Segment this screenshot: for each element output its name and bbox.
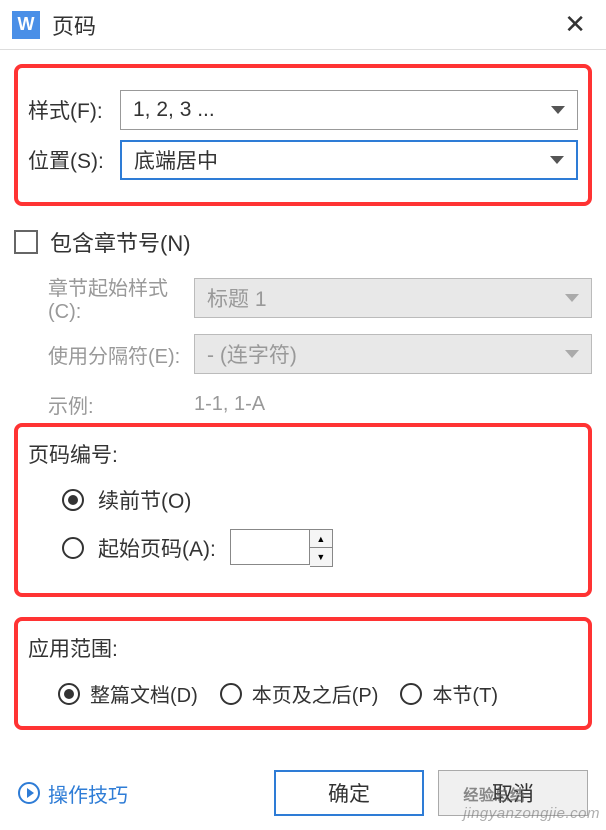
scope-from-here-label: 本页及之后(P) — [252, 679, 379, 708]
position-select[interactable]: 底端居中 — [120, 140, 578, 180]
apply-scope-section: 应用范围: 整篇文档(D) 本页及之后(P) 本节(T) — [14, 617, 592, 730]
separator-select: - (连字符) — [194, 334, 592, 374]
titlebar: W 页码 ✕ — [0, 0, 606, 50]
chapter-start-style-value: 标题 1 — [207, 283, 267, 313]
include-chapter-label: 包含章节号(N) — [50, 226, 191, 258]
start-at-label: 起始页码(A): — [98, 533, 216, 563]
chevron-down-icon — [551, 106, 565, 114]
format-label: 样式(F): — [28, 95, 120, 125]
continue-previous-radio[interactable] — [62, 489, 84, 511]
example-label: 示例: — [14, 390, 194, 419]
app-icon: W — [12, 11, 40, 39]
numbering-title: 页码编号: — [28, 439, 578, 469]
format-select[interactable]: 1, 2, 3 ... — [120, 90, 578, 130]
dialog-title: 页码 — [52, 9, 556, 41]
example-value: 1-1, 1-A — [194, 393, 265, 416]
chapter-start-style-label: 章节起始样式(C): — [14, 272, 194, 324]
scope-whole-doc-label: 整篇文档(D) — [90, 679, 198, 708]
page-number-section: 页码编号: 续前节(O) 起始页码(A): ▲ ▼ — [14, 423, 592, 597]
include-chapter-checkbox[interactable] — [14, 230, 38, 254]
tips-label: 操作技巧 — [48, 779, 128, 808]
style-position-section: 样式(F): 1, 2, 3 ... 位置(S): 底端居中 — [14, 64, 592, 206]
scope-this-section-radio[interactable] — [400, 683, 422, 705]
play-circle-icon — [18, 782, 40, 804]
watermark: 经验总结 jingyanzongjie.com — [463, 784, 600, 822]
format-select-value: 1, 2, 3 ... — [133, 98, 215, 122]
continue-previous-label: 续前节(O) — [98, 485, 191, 515]
chevron-down-icon — [550, 156, 564, 164]
start-at-input[interactable] — [230, 529, 310, 565]
ok-button[interactable]: 确定 — [274, 770, 424, 816]
chapter-start-style-select: 标题 1 — [194, 278, 592, 318]
start-at-spinner: ▲ ▼ — [230, 529, 333, 567]
separator-value: - (连字符) — [207, 339, 297, 369]
tips-link[interactable]: 操作技巧 — [18, 779, 128, 808]
scope-from-here-radio[interactable] — [220, 683, 242, 705]
close-button[interactable]: ✕ — [556, 5, 594, 44]
spinner-up-button[interactable]: ▲ — [310, 530, 332, 548]
scope-whole-doc-radio[interactable] — [58, 683, 80, 705]
chevron-down-icon — [565, 294, 579, 302]
spinner-down-button[interactable]: ▼ — [310, 548, 332, 566]
separator-label: 使用分隔符(E): — [14, 340, 194, 369]
scope-title: 应用范围: — [28, 633, 578, 663]
include-chapter-row: 包含章节号(N) — [14, 226, 592, 258]
position-select-value: 底端居中 — [134, 145, 218, 175]
start-at-radio[interactable] — [62, 537, 84, 559]
chevron-down-icon — [565, 350, 579, 358]
scope-this-section-label: 本节(T) — [432, 679, 498, 708]
position-label: 位置(S): — [28, 145, 120, 175]
